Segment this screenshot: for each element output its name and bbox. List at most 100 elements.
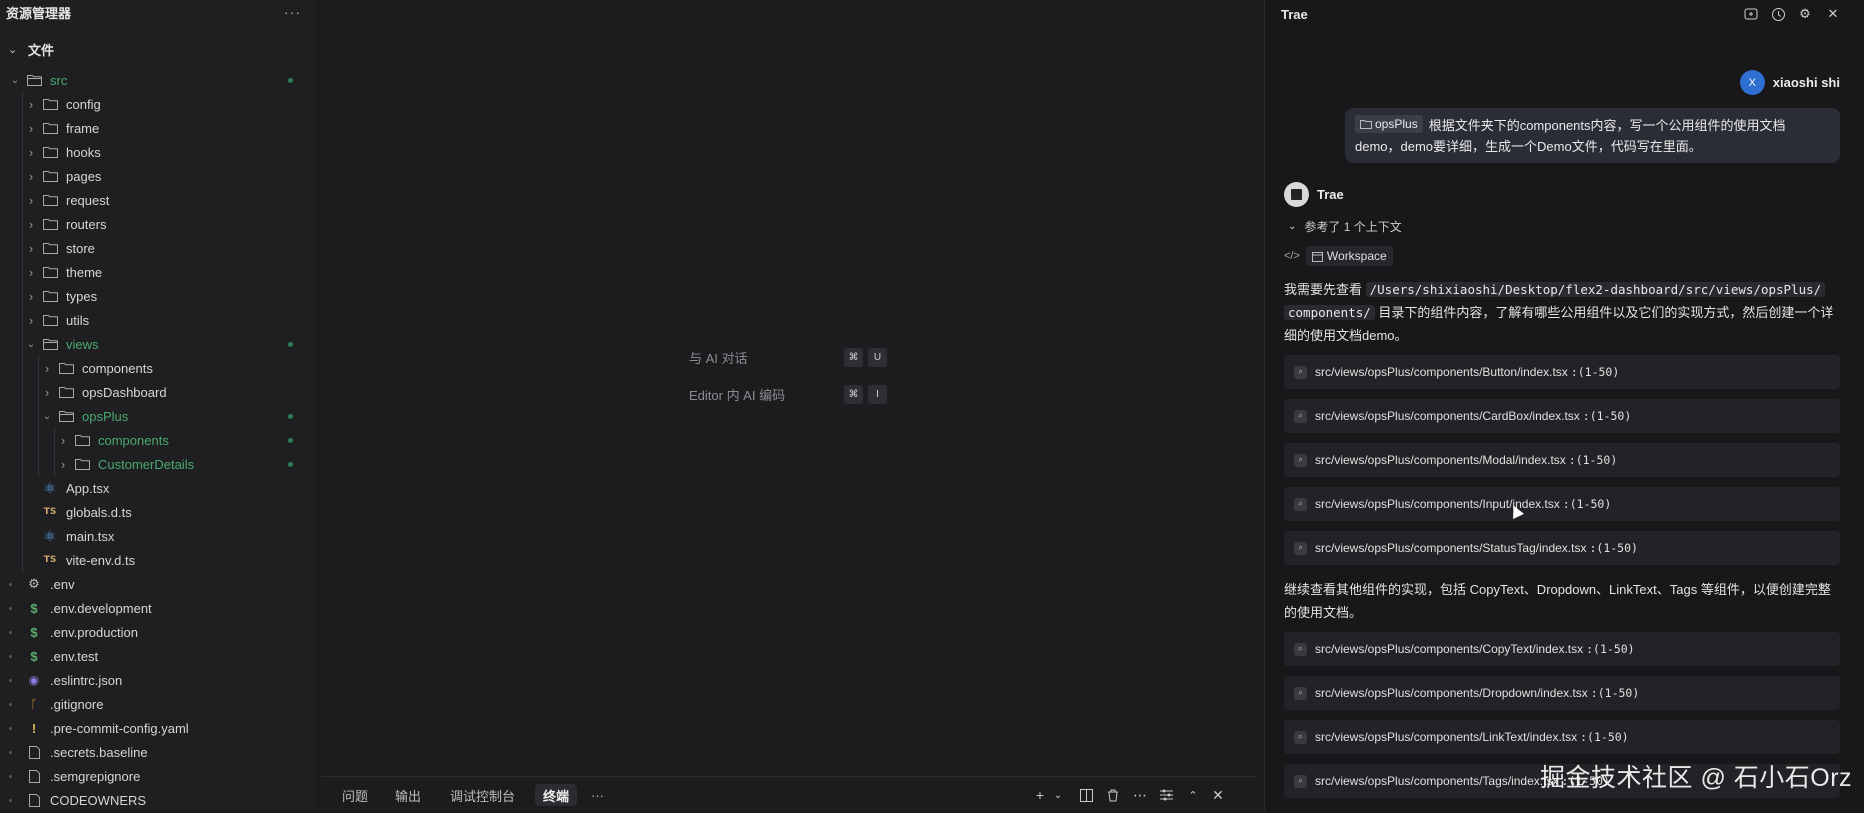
tree-folder[interactable]: ⌄ opsPlus bbox=[0, 404, 315, 428]
tree-folder[interactable]: ⌄ views bbox=[0, 332, 315, 356]
tree-item-label: opsDashboard bbox=[82, 384, 167, 400]
history-icon[interactable] bbox=[1770, 6, 1786, 22]
more-tabs-icon[interactable]: ··· bbox=[583, 784, 612, 806]
tree-folder[interactable]: › frame bbox=[0, 116, 315, 140]
tree-folder[interactable]: › config bbox=[0, 92, 315, 116]
file-read-item[interactable]: ⌕ src/views/opsPlus/components/CardBox/in… bbox=[1284, 399, 1840, 433]
tree-folder[interactable]: › components bbox=[0, 356, 315, 380]
tree-item-label: components bbox=[98, 432, 169, 448]
tree-folder[interactable]: › components bbox=[0, 428, 315, 452]
para1-prefix: 我需要先查看 bbox=[1284, 282, 1366, 297]
chevron-right-icon[interactable]: › bbox=[56, 433, 70, 448]
tree-file[interactable]: ›.semgrepignore bbox=[0, 764, 315, 788]
file-read-item[interactable]: ⌕ src/views/opsPlus/components/CopyText/i… bbox=[1284, 632, 1840, 666]
tree-file[interactable]: ›$.env.development bbox=[0, 596, 315, 620]
tree-folder[interactable]: › opsDashboard bbox=[0, 380, 315, 404]
explorer-sidebar: 资源管理器 ··· ⌄ 文件 ⌄ src › config › frame › hooks › p… bbox=[0, 0, 315, 812]
new-chat-icon[interactable] bbox=[1743, 6, 1759, 22]
maximize-panel-icon[interactable]: ⌃ bbox=[1184, 786, 1202, 804]
env-dollar-icon: $ bbox=[30, 624, 38, 640]
workspace-chip[interactable]: Workspace bbox=[1305, 246, 1393, 266]
context-folder-chip[interactable]: opsPlus bbox=[1355, 115, 1423, 133]
tab-terminal[interactable]: 终端 bbox=[535, 784, 578, 806]
chevron-right-icon[interactable]: › bbox=[24, 169, 38, 184]
explorer-more-icon[interactable]: ··· bbox=[284, 4, 301, 20]
chevron-down-icon[interactable]: ⌄ bbox=[24, 339, 38, 350]
tree-folder[interactable]: › hooks bbox=[0, 140, 315, 164]
file-read-item[interactable]: ⌕ src/views/opsPlus/components/LinkText/i… bbox=[1284, 720, 1840, 754]
chevron-right-icon[interactable]: › bbox=[40, 361, 54, 376]
tree-file[interactable]: ›⚛App.tsx bbox=[0, 476, 315, 500]
tab-problems[interactable]: 问题 bbox=[334, 784, 376, 806]
chevron-down-icon[interactable]: ⌄ bbox=[8, 75, 22, 86]
tree-folder[interactable]: › CustomerDetails bbox=[0, 452, 315, 476]
tree-file[interactable]: ›◉.eslintrc.json bbox=[0, 668, 315, 692]
chevron-right-icon[interactable]: › bbox=[40, 385, 54, 400]
tab-output[interactable]: 输出 bbox=[387, 784, 429, 806]
close-icon[interactable]: ✕ bbox=[1825, 6, 1841, 22]
file-read-item[interactable]: ⌕ src/views/opsPlus/components/Button/ind… bbox=[1284, 355, 1840, 389]
assistant-paragraph-1: 我需要先查看 /Users/shixiaoshi/Desktop/flex2-d… bbox=[1284, 278, 1842, 347]
tree-file[interactable]: ›⚛main.tsx bbox=[0, 524, 315, 548]
tree-item-label: .env.test bbox=[50, 648, 99, 664]
tree-file[interactable]: ›TSvite-env.d.ts bbox=[0, 548, 315, 572]
search-icon: ⌕ bbox=[1294, 365, 1307, 379]
file-read-path: src/views/opsPlus/components/Dropdown/in… bbox=[1315, 686, 1588, 700]
tree-folder[interactable]: › request bbox=[0, 188, 315, 212]
settings-gear-icon[interactable]: ⚙ bbox=[1797, 6, 1813, 22]
tree-item-label: opsPlus bbox=[82, 408, 129, 424]
tree-folder[interactable]: › types bbox=[0, 284, 315, 308]
tree-file[interactable]: ›$.env.production bbox=[0, 620, 315, 644]
trash-icon[interactable] bbox=[1104, 786, 1122, 804]
tree-file[interactable]: ›.secrets.baseline bbox=[0, 740, 315, 764]
tree-folder[interactable]: ⌄ src bbox=[0, 68, 315, 92]
chevron-right-icon[interactable]: › bbox=[24, 289, 38, 304]
hint-ai-chat[interactable]: 与 AI 对话 ⌘ U bbox=[689, 348, 1209, 367]
chevron-right-icon[interactable]: › bbox=[24, 313, 38, 328]
chevron-right-icon[interactable]: › bbox=[24, 121, 38, 136]
chevron-right-icon[interactable]: › bbox=[24, 241, 38, 256]
tree-file[interactable]: ›CODEOWNERS bbox=[0, 788, 315, 812]
chevron-down-icon[interactable]: ⌄ bbox=[40, 411, 54, 422]
file-read-item[interactable]: ⌕ src/views/opsPlus/components/Tags/index… bbox=[1284, 764, 1840, 798]
search-icon: ⌕ bbox=[1294, 453, 1307, 467]
tree-file[interactable]: ›!.pre-commit-config.yaml bbox=[0, 716, 315, 740]
search-icon: ⌕ bbox=[1294, 409, 1307, 423]
add-terminal-icon[interactable]: + bbox=[1031, 786, 1049, 804]
file-read-item[interactable]: ⌕ src/views/opsPlus/components/StatusTag/… bbox=[1284, 531, 1840, 565]
tree-file[interactable]: ›ᚴ.gitignore bbox=[0, 692, 315, 716]
close-panel-icon[interactable]: ✕ bbox=[1209, 786, 1227, 804]
split-terminal-icon[interactable] bbox=[1077, 786, 1095, 804]
para1-suffix-2: 细的使用文档demo。 bbox=[1284, 328, 1408, 343]
hint-inline-ai[interactable]: Editor 内 AI 编码 ⌘ I bbox=[689, 385, 1209, 404]
chevron-down-icon[interactable]: ⌄ bbox=[1049, 786, 1067, 804]
file-read-range: :(1-50) bbox=[1568, 453, 1618, 467]
tree-item-label: hooks bbox=[66, 144, 101, 160]
chevron-right-icon[interactable]: › bbox=[24, 217, 38, 232]
tab-debug-console[interactable]: 调试控制台 bbox=[442, 784, 523, 806]
context-reference-toggle[interactable]: ⌄ 参考了 1 个上下文 bbox=[1288, 218, 1402, 235]
tree-item-label: globals.d.ts bbox=[66, 504, 132, 520]
tree-folder[interactable]: › theme bbox=[0, 260, 315, 284]
tree-file[interactable]: ›TSglobals.d.ts bbox=[0, 500, 315, 524]
file-read-path: src/views/opsPlus/components/Input/index… bbox=[1315, 497, 1560, 511]
file-read-item[interactable]: ⌕ src/views/opsPlus/components/Input/inde… bbox=[1284, 487, 1840, 521]
tree-folder[interactable]: › utils bbox=[0, 308, 315, 332]
file-read-item[interactable]: ⌕ src/views/opsPlus/components/Dropdown/i… bbox=[1284, 676, 1840, 710]
file-read-item[interactable]: ⌕ src/views/opsPlus/components/Modal/inde… bbox=[1284, 443, 1840, 477]
tree-file[interactable]: ›⚙.env bbox=[0, 572, 315, 596]
chevron-right-icon[interactable]: › bbox=[24, 97, 38, 112]
chevron-right-icon[interactable]: › bbox=[24, 145, 38, 160]
chevron-right-icon[interactable]: › bbox=[24, 265, 38, 280]
tree-folder[interactable]: › pages bbox=[0, 164, 315, 188]
panel-layout-icon[interactable] bbox=[1157, 786, 1175, 804]
files-section-header[interactable]: ⌄ 文件 bbox=[0, 36, 315, 62]
chevron-right-icon[interactable]: › bbox=[24, 193, 38, 208]
tree-folder[interactable]: › routers bbox=[0, 212, 315, 236]
more-actions-icon[interactable]: ⋯ bbox=[1131, 786, 1149, 804]
tree-folder[interactable]: › store bbox=[0, 236, 315, 260]
chevron-right-icon[interactable]: › bbox=[56, 457, 70, 472]
folder-icon bbox=[74, 457, 90, 471]
tree-item-label: App.tsx bbox=[66, 480, 110, 496]
tree-file[interactable]: ›$.env.test bbox=[0, 644, 315, 668]
